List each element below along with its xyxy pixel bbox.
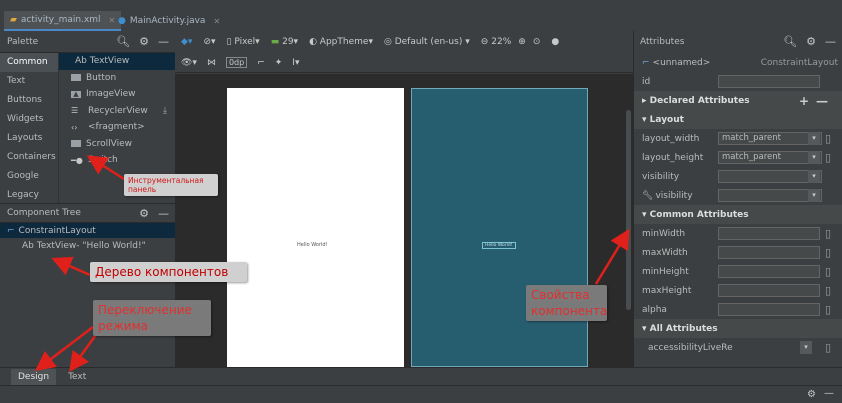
arrow-to-tree bbox=[51, 256, 91, 277]
annotation-properties: Свойства компонента bbox=[526, 285, 607, 321]
arrow-to-design-tab bbox=[35, 326, 94, 372]
annotation-component-tree: Дерево компонентов bbox=[90, 262, 247, 282]
annotation-arrows bbox=[35, 155, 630, 373]
arrow-to-text-tab bbox=[69, 331, 100, 373]
arrow-to-palette bbox=[86, 155, 125, 181]
annotation-palette: Инструментальная панель bbox=[124, 174, 218, 196]
annotation-mode-switch: Переключение режима bbox=[93, 300, 211, 336]
arrow-to-attributes bbox=[594, 228, 630, 285]
